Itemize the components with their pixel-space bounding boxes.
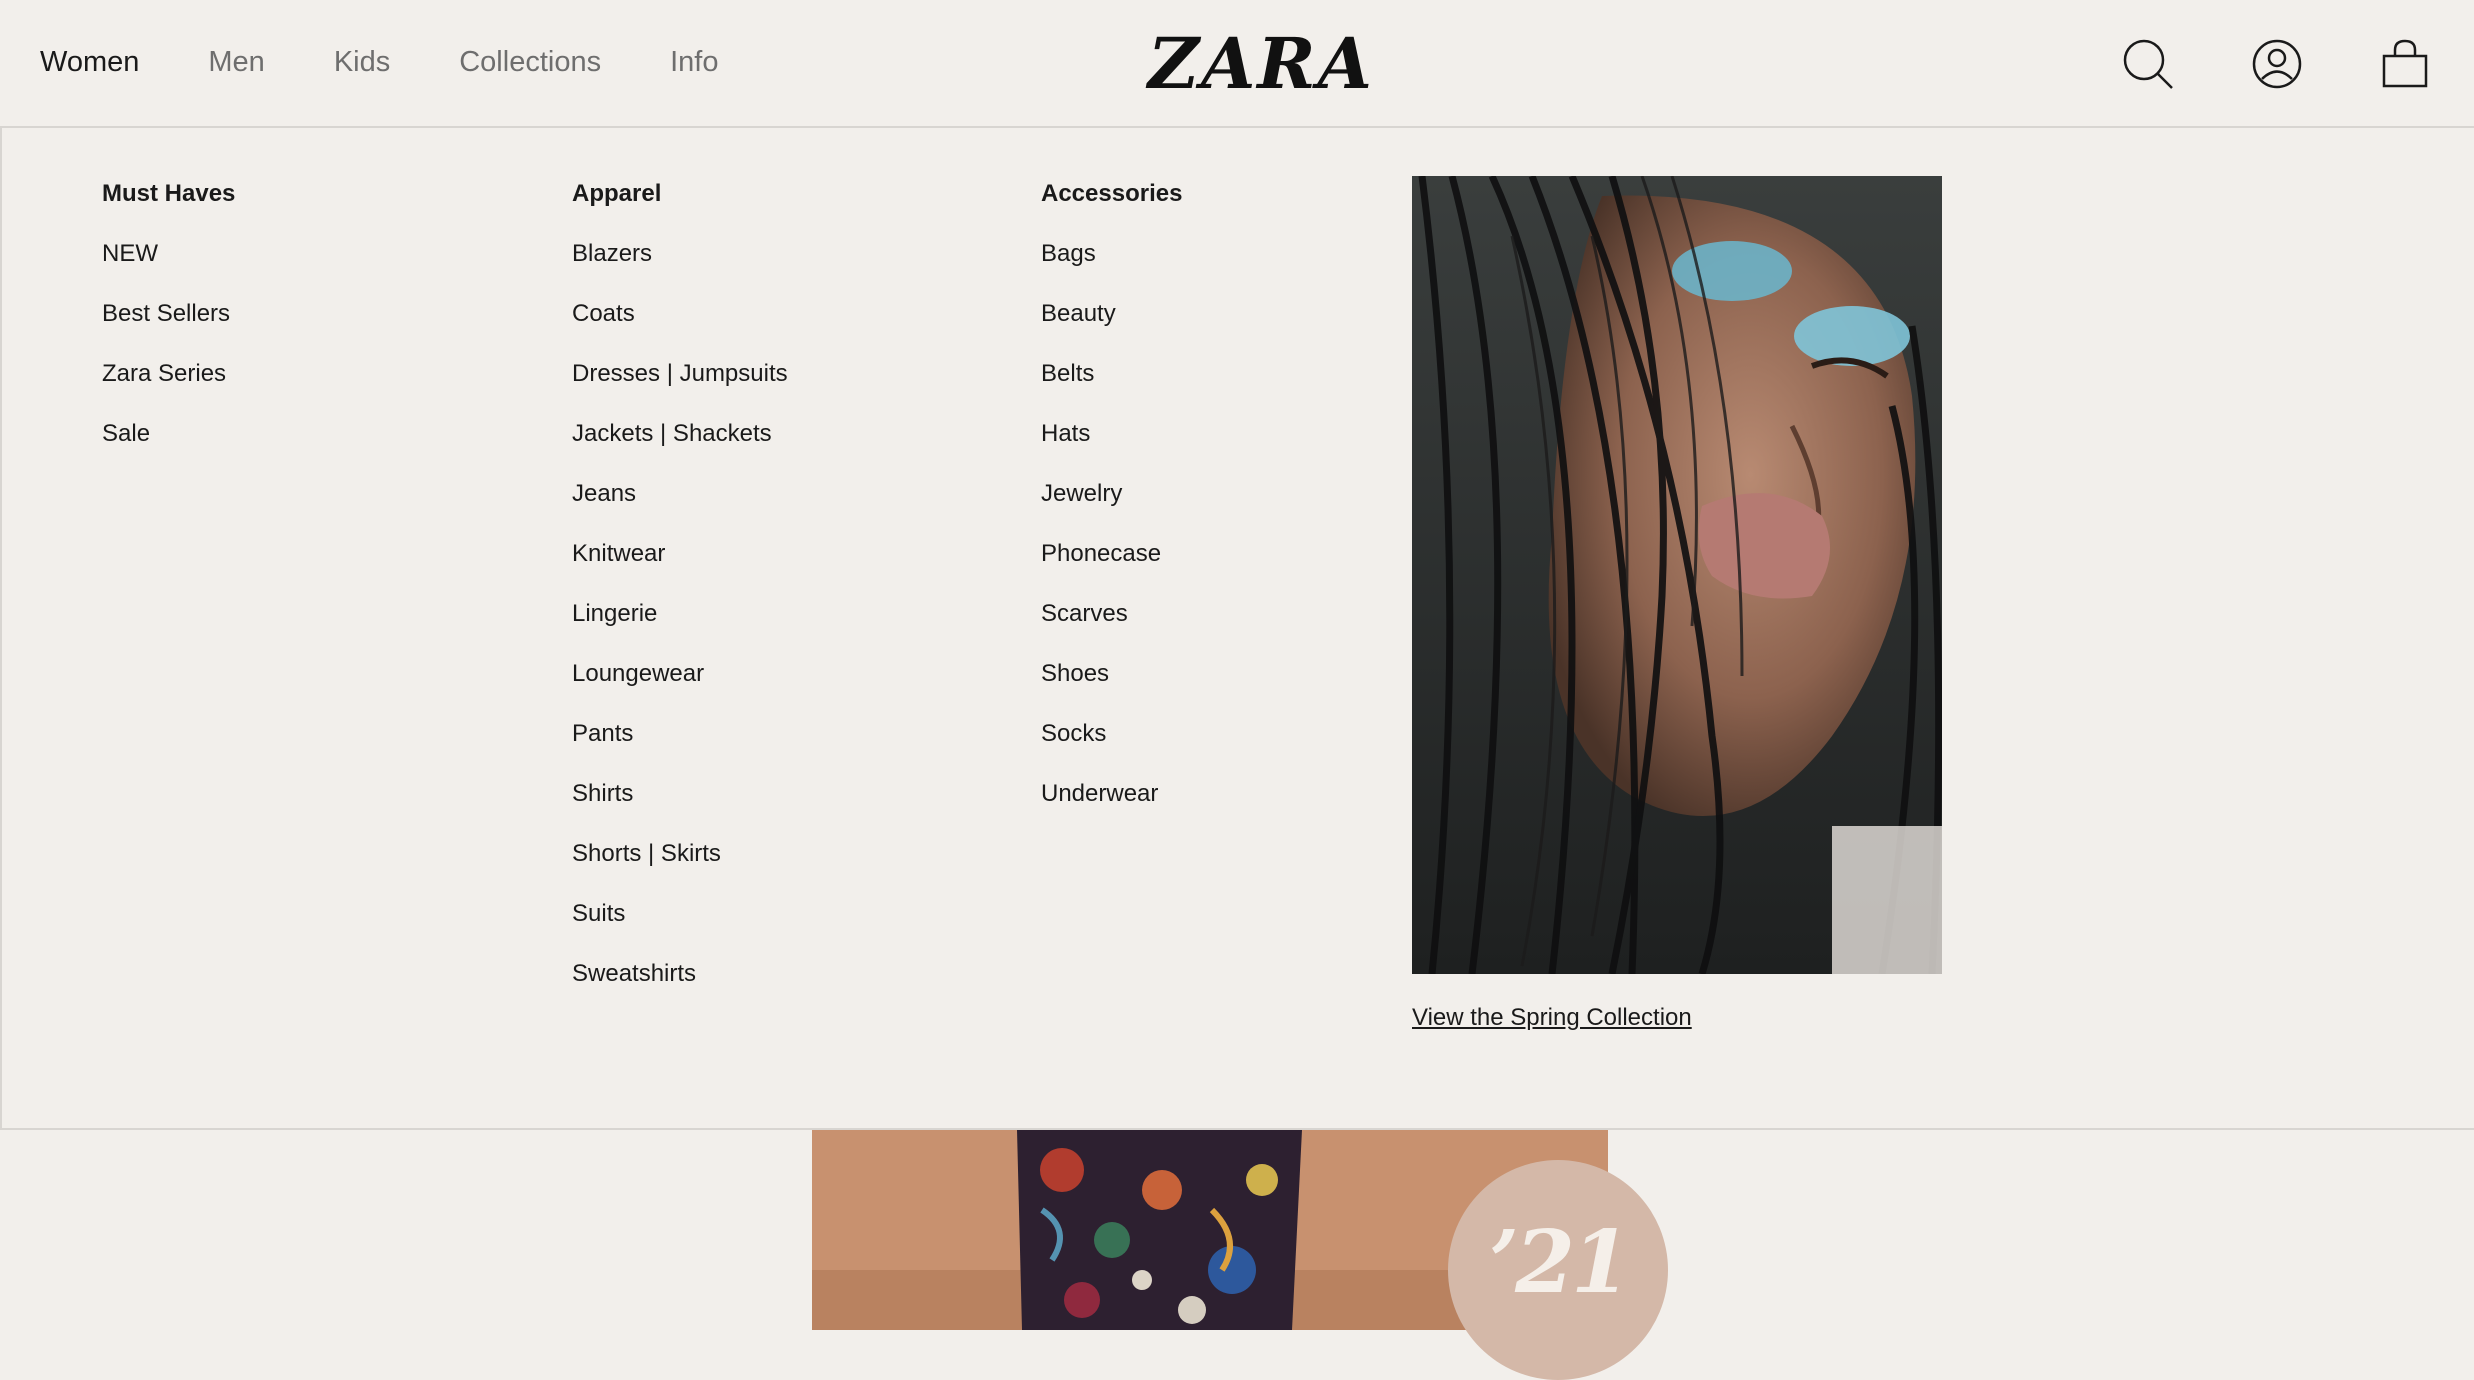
column-heading: Must Haves [102,180,236,207]
menu-link[interactable]: Socks [1041,716,1182,776]
menu-link[interactable]: Scarves [1041,596,1182,656]
menu-column-must-haves: Must Haves NEW Best Sellers Zara Series … [102,176,235,476]
spring-collection-image[interactable] [1412,176,1942,974]
menu-link[interactable]: Phonecase [1041,536,1182,596]
menu-link[interactable]: Zara Series [102,356,235,416]
menu-link[interactable]: Belts [1041,356,1182,416]
nav-info[interactable]: Info [670,38,718,86]
zara-logo[interactable]: ZARA [1148,24,1372,104]
nav-collections[interactable]: Collections [459,38,601,86]
menu-link[interactable]: NEW [102,236,235,296]
menu-link[interactable]: Shirts [572,776,788,836]
menu-column-accessories: Accessories Bags Beauty Belts Hats Jewel… [1041,176,1182,836]
menu-link[interactable]: Knitwear [572,536,788,596]
menu-link[interactable]: Beauty [1041,296,1182,356]
menu-link[interactable]: Sale [102,416,235,476]
column-heading: Accessories [1041,180,1183,207]
menu-link[interactable]: Hats [1041,416,1182,476]
nav-men[interactable]: Men [208,38,264,86]
year-badge-text: ’21 [1489,1212,1631,1313]
women-mega-menu: Must Haves NEW Best Sellers Zara Series … [0,128,2474,1130]
menu-link[interactable]: Coats [572,296,788,356]
menu-link[interactable]: Jackets | Shackets [572,416,788,476]
search-icon[interactable] [2120,36,2176,92]
menu-link[interactable]: Shorts | Skirts [572,836,788,896]
menu-link[interactable]: Sweatshirts [572,956,788,1016]
menu-link[interactable]: Best Sellers [102,296,235,356]
menu-link[interactable]: Pants [572,716,788,776]
year-badge: ’21 [1448,1160,1668,1380]
nav-kids[interactable]: Kids [334,38,390,86]
menu-column-apparel: Apparel Blazers Coats Dresses | Jumpsuit… [572,176,788,1016]
nav-women[interactable]: Women [40,38,139,86]
bag-icon[interactable] [2377,36,2433,92]
menu-link[interactable]: Dresses | Jumpsuits [572,356,788,416]
account-icon[interactable] [2249,36,2305,92]
site-header: Women Men Kids Collections Info ZARA [0,0,2474,128]
menu-link[interactable]: Blazers [572,236,788,296]
menu-link[interactable]: Lingerie [572,596,788,656]
menu-link[interactable]: Suits [572,896,788,956]
menu-link[interactable]: Loungewear [572,656,788,716]
view-spring-collection-link[interactable]: View the Spring Collection [1412,1000,1692,1036]
menu-link[interactable]: Jeans [572,476,788,536]
menu-link[interactable]: Shoes [1041,656,1182,716]
column-heading: Apparel [572,180,662,207]
main-nav: Women Men Kids Collections Info [40,38,787,86]
model-portrait-image [1412,176,1942,974]
menu-link[interactable]: Jewelry [1041,476,1182,536]
menu-link[interactable]: Bags [1041,236,1182,296]
menu-link[interactable]: Underwear [1041,776,1182,836]
